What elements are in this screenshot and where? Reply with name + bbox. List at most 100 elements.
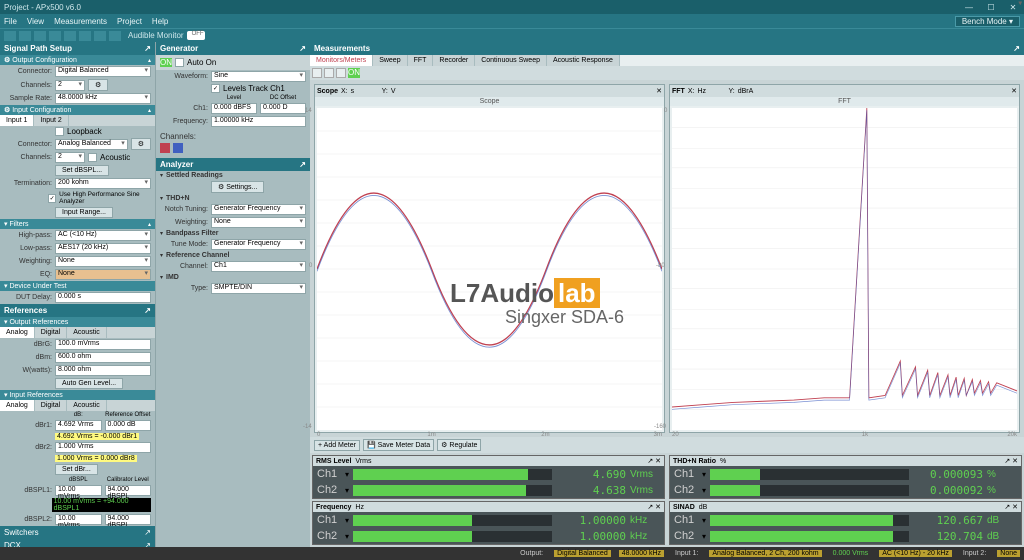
mtb-3[interactable] [336,68,346,78]
iref-analog-tab[interactable]: Analog [0,400,35,411]
cal2-input[interactable]: 94.000 dBSPL [105,514,152,525]
fft-y-unit[interactable]: dBrA [738,88,772,95]
in-connector-select[interactable]: Analog Balanced [55,139,128,150]
gen-freq[interactable]: 1.00000 kHz [211,116,306,127]
in-channels-select[interactable]: 2 [55,152,85,163]
tb-copy-icon[interactable] [94,31,106,41]
settled-group[interactable]: Settled Readings [156,171,310,180]
lowpass-select[interactable]: AES17 (20 kHz) [55,243,151,254]
menu-measurements[interactable]: Measurements [54,17,107,26]
dut-delay-input[interactable]: 0.000 s [55,292,151,303]
refs-undock-icon[interactable]: ↗ [144,306,151,315]
tab-acoustic[interactable]: Acoustic Response [547,55,620,66]
filters-header[interactable]: ▾ Filters▴ [0,219,155,229]
rms-undock-icon[interactable]: ↗ ✕ [647,457,661,465]
tab-sweep[interactable]: Sweep [373,55,407,66]
refoffset-input[interactable]: 0.000 dB [105,420,152,431]
imd-group[interactable]: IMD [156,273,310,282]
input-config-header[interactable]: ⚙ Input Configuration▴ [0,105,155,115]
dbm-input[interactable]: 600.0 ohm [55,352,151,363]
save-meter-button[interactable]: 💾 Save Meter Data [363,439,434,451]
cal1-input[interactable]: 94.000 dBSPL [105,485,152,496]
waveform-select[interactable]: Sine [211,71,306,82]
spl2-input[interactable]: 10.00 mVrms [55,514,102,525]
menu-project[interactable]: Project [117,17,142,26]
fft-close-icon[interactable]: ✕ [1011,87,1017,95]
rms-unit-select[interactable]: Vrms [355,458,391,465]
dbr1-input[interactable]: 4.692 Vrms [55,420,102,431]
tb-new-icon[interactable] [4,31,16,41]
tb-undo-icon[interactable] [49,31,61,41]
gen-ch1-enable[interactable] [160,143,170,153]
scope-plot[interactable]: 14 0 -14 0 1m 2m 3m [317,108,662,430]
input2-tab[interactable]: Input 2 [34,115,68,126]
mtb-1[interactable] [312,68,322,78]
menu-file[interactable]: File [4,17,17,26]
loopback-check[interactable] [55,127,64,136]
mtb-2[interactable] [324,68,334,78]
thdn-undock-icon[interactable]: ↗ ✕ [1004,457,1018,465]
tune-select[interactable]: Generator Frequency [211,239,306,250]
audible-toggle[interactable]: OFF [187,31,205,40]
scope-close-icon[interactable]: ✕ [656,87,662,95]
refch-select[interactable]: Ch1 [211,261,306,272]
add-meter-button[interactable]: + Add Meter [314,440,360,451]
out-refs-header[interactable]: ▾ Output References [0,317,155,327]
settings-button[interactable]: ⚙ Settings... [211,181,264,193]
input1-tab[interactable]: Input 1 [0,115,34,126]
watts-input[interactable]: 8.000 ohm [55,365,151,376]
oref-analog-tab[interactable]: Analog [0,327,35,338]
weighting-select[interactable]: None [55,256,151,267]
refch-group[interactable]: Reference Channel [156,251,310,260]
output-config-header[interactable]: ⚙ Output Configuration▴ [0,55,155,65]
gen-ch1-level[interactable]: 0.000 dBFS [211,103,257,114]
dcx-panel[interactable]: DCX↗ [0,539,155,547]
fft-x-unit[interactable]: Hz [697,88,725,95]
gen-undock-icon[interactable]: ↗ [299,44,306,53]
tb-paste-icon[interactable] [109,31,121,41]
thdn-unit-select[interactable]: % [720,458,756,465]
oref-digital-tab[interactable]: Digital [35,327,67,338]
tab-contsweep[interactable]: Continuous Sweep [475,55,547,66]
menu-view[interactable]: View [27,17,44,26]
gen-on-toggle[interactable]: ON [160,58,172,67]
regulate-button[interactable]: ⚙ Regulate [437,439,481,451]
fft-plot[interactable]: 0 -80 -160 20 1k 20k [672,108,1017,430]
oref-acoustic-tab[interactable]: Acoustic [67,327,106,338]
track-check[interactable]: ✓ [211,84,220,93]
set-dbspl-button[interactable]: Set dBSPL... [55,165,109,176]
hpsine-check[interactable]: ✓ [48,194,56,203]
dbrg-input[interactable]: 100.0 mVrms [55,339,151,350]
mode-select[interactable]: Bench Mode ▾ [955,16,1020,27]
iref-digital-tab[interactable]: Digital [35,400,67,411]
sinad-undock-icon[interactable]: ↗ ✕ [1004,503,1018,511]
spl1-input[interactable]: 10.00 mVrms [55,485,102,496]
notch-select[interactable]: Generator Frequency [211,204,306,215]
meas-on-toggle[interactable]: ON [348,68,360,78]
out-ch-config-icon[interactable]: ⚙ [88,79,108,91]
maximize-icon[interactable]: ☐ [984,3,998,12]
menu-help[interactable]: Help [152,17,168,26]
dut-header[interactable]: ▾ Device Under Test [0,281,155,291]
setdbr-button[interactable]: Set dBr... [55,464,98,475]
tb-cut-icon[interactable] [79,31,91,41]
eq-select[interactable]: None [55,269,151,280]
sample-rate-select[interactable]: 48.0000 kHz [55,93,151,104]
meas-undock-icon[interactable]: ↗ [1013,44,1020,53]
switchers-panel[interactable]: Switchers↗ [0,526,155,539]
out-connector-select[interactable]: Digital Balanced [55,66,151,77]
minimize-icon[interactable]: — [962,3,976,12]
thdn-group[interactable]: THD+N [156,194,310,203]
freq-undock-icon[interactable]: ↗ ✕ [647,503,661,511]
termination-select[interactable]: 200 kohm [55,178,151,189]
dbr2-input[interactable]: 1.000 Vrms [55,442,151,453]
tab-fft[interactable]: FFT [408,55,434,66]
ana-undock-icon[interactable]: ↗ [299,160,306,169]
iref-acoustic-tab[interactable]: Acoustic [67,400,106,411]
imd-type-select[interactable]: SMPTE/DIN [211,283,306,294]
in-conn-config-icon[interactable]: ⚙ [131,138,151,150]
gen-ch1-dc[interactable]: 0.000 D [260,103,306,114]
in-refs-header[interactable]: ▾ Input References [0,390,155,400]
tb-redo-icon[interactable] [64,31,76,41]
gen-ch2-enable[interactable] [173,143,183,153]
